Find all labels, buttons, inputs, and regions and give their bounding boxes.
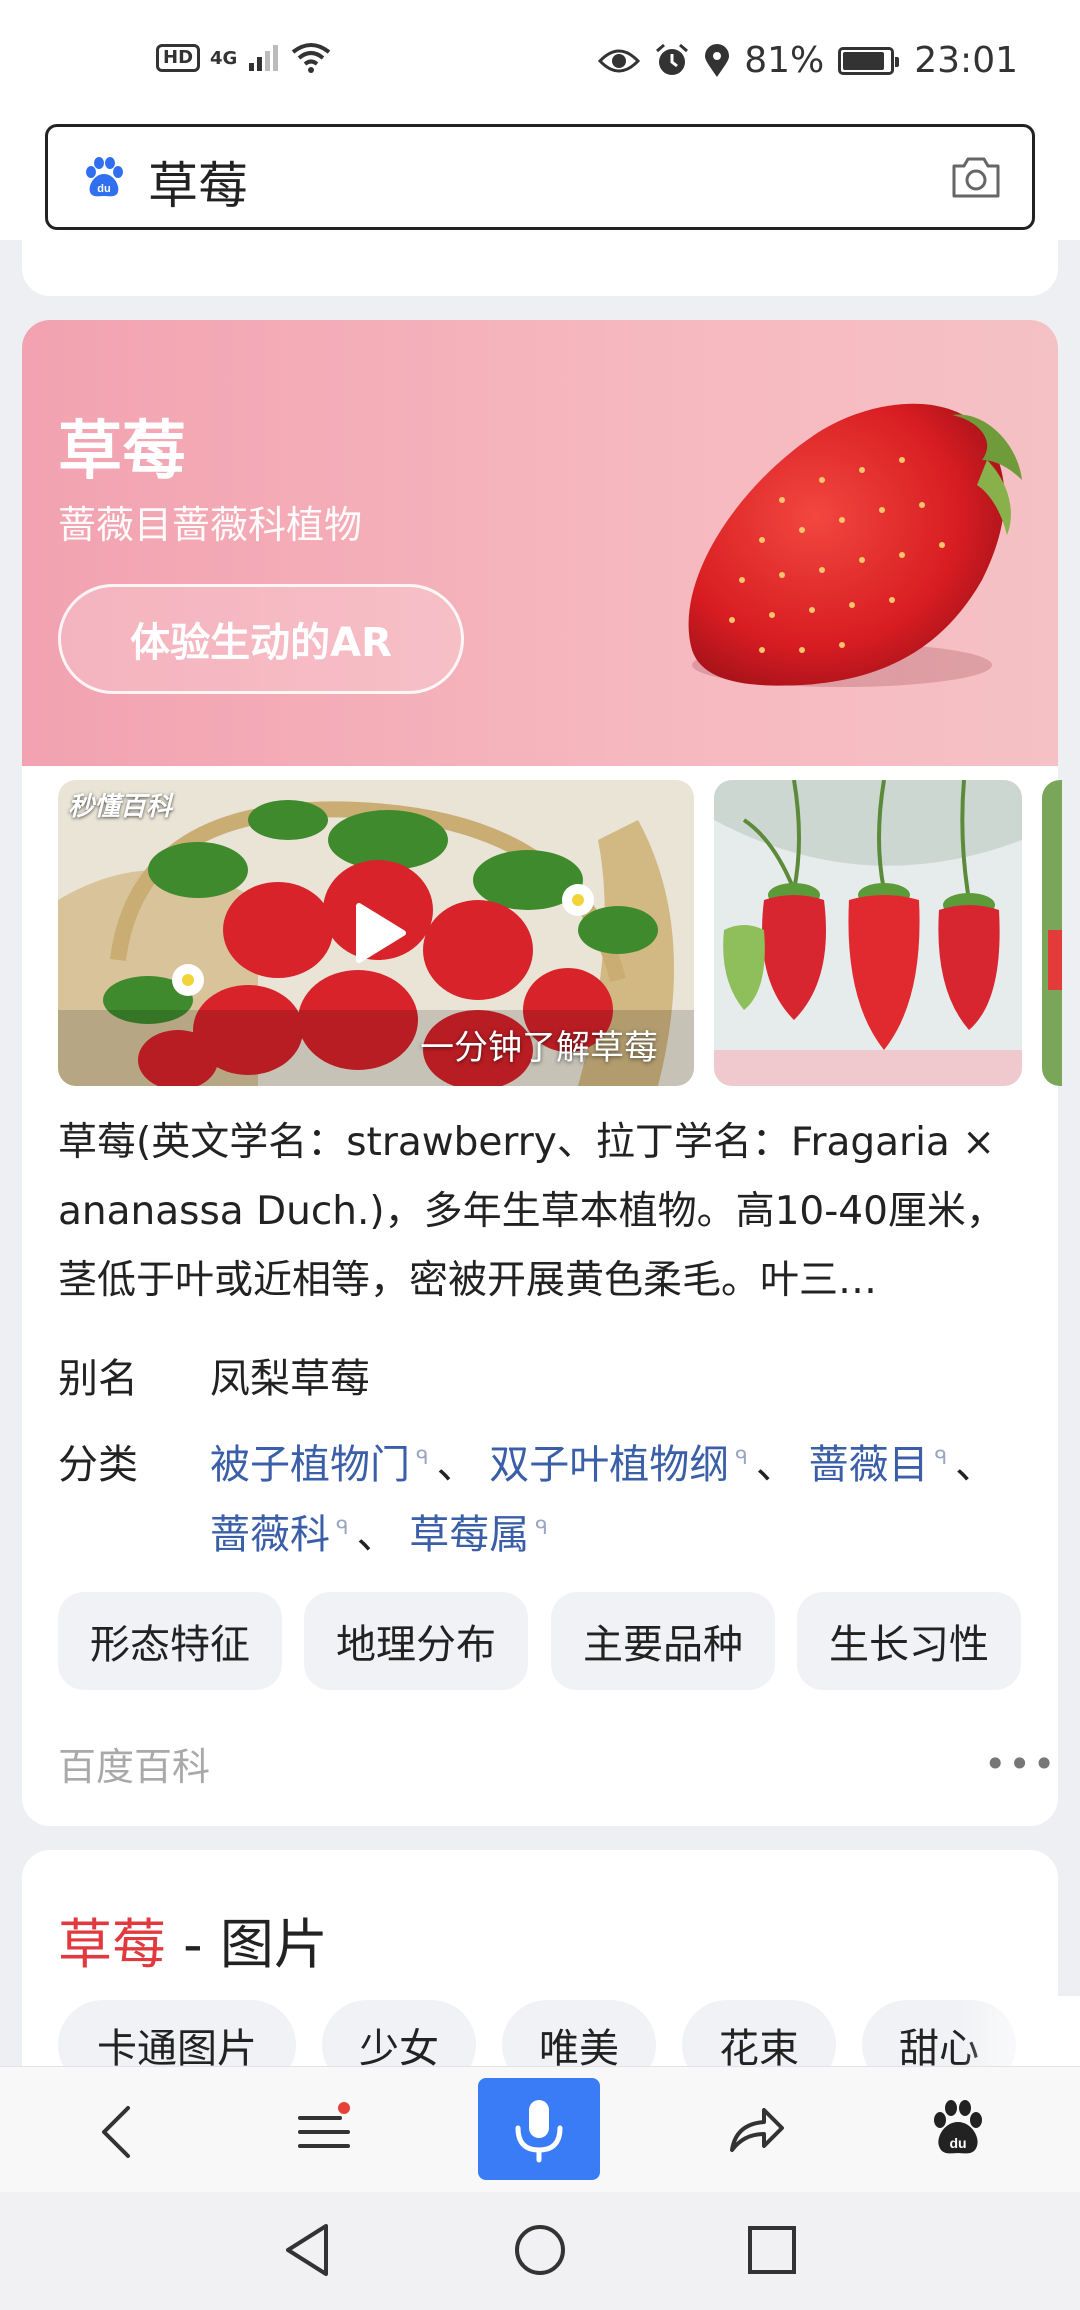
description-text[interactable]: 草莓(英文学名：strawberry、拉丁学名：Fragaria × anana… (58, 1108, 1028, 1315)
status-bar-left: HD 4G (156, 42, 331, 74)
wifi-icon (292, 43, 331, 73)
baidu-logo-icon: du (86, 157, 123, 197)
images-keyword: 草莓 (58, 1913, 166, 1976)
network-type: 4G (210, 47, 238, 69)
hd-badge: HD (156, 44, 201, 72)
images-section-title[interactable]: 草莓 - 图片 (58, 1900, 328, 1979)
ar-experience-button[interactable]: 体验生动的AR (58, 584, 464, 694)
separator: 、 (436, 1442, 477, 1488)
alias-value: 凤梨草莓 (210, 1356, 370, 1402)
class-label: 分类 (58, 1442, 138, 1488)
chip-morphology[interactable]: 形态特征 (58, 1592, 282, 1690)
images-suffix: - 图片 (166, 1913, 328, 1976)
video-brand-tag: 秒懂百科 (68, 792, 173, 822)
hero-subtitle: 蔷薇目蔷薇科植物 (58, 503, 363, 547)
battery-percent: 81% (744, 40, 825, 81)
hero-title: 草莓 (58, 415, 186, 489)
svg-text:du: du (97, 183, 110, 195)
search-mini-icon: ᑫ (416, 1444, 429, 1469)
clock: 23:01 (914, 40, 1018, 81)
class-links-row1: 被子植物门 ᑫ、 双子叶植物纲 ᑫ、 蔷薇目 ᑫ、 (210, 1432, 995, 1490)
class-link-family[interactable]: 蔷薇科 (210, 1512, 330, 1558)
search-mini-icon: ᑫ (535, 1514, 548, 1539)
chip-distribution[interactable]: 地理分布 (304, 1592, 528, 1690)
search-mini-icon: ᑫ (934, 1444, 948, 1469)
nav-back-icon[interactable] (282, 2222, 332, 2278)
chip-habits[interactable]: 生长习性 (797, 1592, 1021, 1690)
microphone-icon (515, 2100, 563, 2163)
class-link-class[interactable]: 双子叶植物纲 (489, 1442, 729, 1488)
battery-icon (838, 46, 900, 75)
play-icon[interactable] (341, 898, 411, 968)
eye-icon (598, 49, 641, 72)
baidu-paw-icon[interactable]: du (930, 2098, 986, 2158)
nav-recents-icon[interactable] (746, 2224, 798, 2276)
signal-icon (249, 45, 279, 71)
nav-home-icon[interactable] (512, 2222, 568, 2278)
status-bar-right: 81% 23:01 (598, 40, 1018, 81)
voice-search-button[interactable] (478, 2078, 600, 2180)
menu-icon[interactable] (296, 2100, 352, 2160)
camera-icon[interactable] (950, 154, 1002, 200)
alias-label: 别名 (58, 1356, 138, 1402)
partial-image (1042, 780, 1062, 1086)
location-icon (705, 43, 730, 77)
chip-varieties[interactable]: 主要品种 (551, 1592, 775, 1690)
previous-card (22, 240, 1058, 296)
alarm-icon (656, 43, 689, 75)
photo-thumbnail[interactable] (714, 780, 1022, 1086)
class-link-phylum[interactable]: 被子植物门 (210, 1442, 410, 1488)
search-input[interactable]: 草莓 (148, 146, 248, 218)
search-mini-icon: ᑫ (336, 1514, 349, 1539)
search-mini-icon: ᑫ (735, 1444, 748, 1469)
more-options-icon[interactable]: ••• (984, 1742, 1057, 1786)
video-caption: 一分钟了解草莓 (420, 1028, 658, 1068)
class-link-order[interactable]: 蔷薇目 (809, 1442, 929, 1488)
separator: 、 (755, 1442, 796, 1488)
back-icon[interactable] (96, 2104, 136, 2160)
photo-thumbnail-partial[interactable] (1042, 780, 1062, 1086)
svg-text:du: du (949, 2135, 966, 2151)
separator: 、 (955, 1442, 996, 1488)
separator: 、 (356, 1512, 397, 1558)
class-links-row2: 蔷薇科 ᑫ、 草莓属 ᑫ (210, 1502, 556, 1560)
source-label[interactable]: 百度百科 (58, 1736, 210, 1791)
strawberry-plant-image (714, 780, 1022, 1086)
share-icon[interactable] (726, 2100, 786, 2158)
class-link-genus[interactable]: 草莓属 (409, 1512, 529, 1558)
